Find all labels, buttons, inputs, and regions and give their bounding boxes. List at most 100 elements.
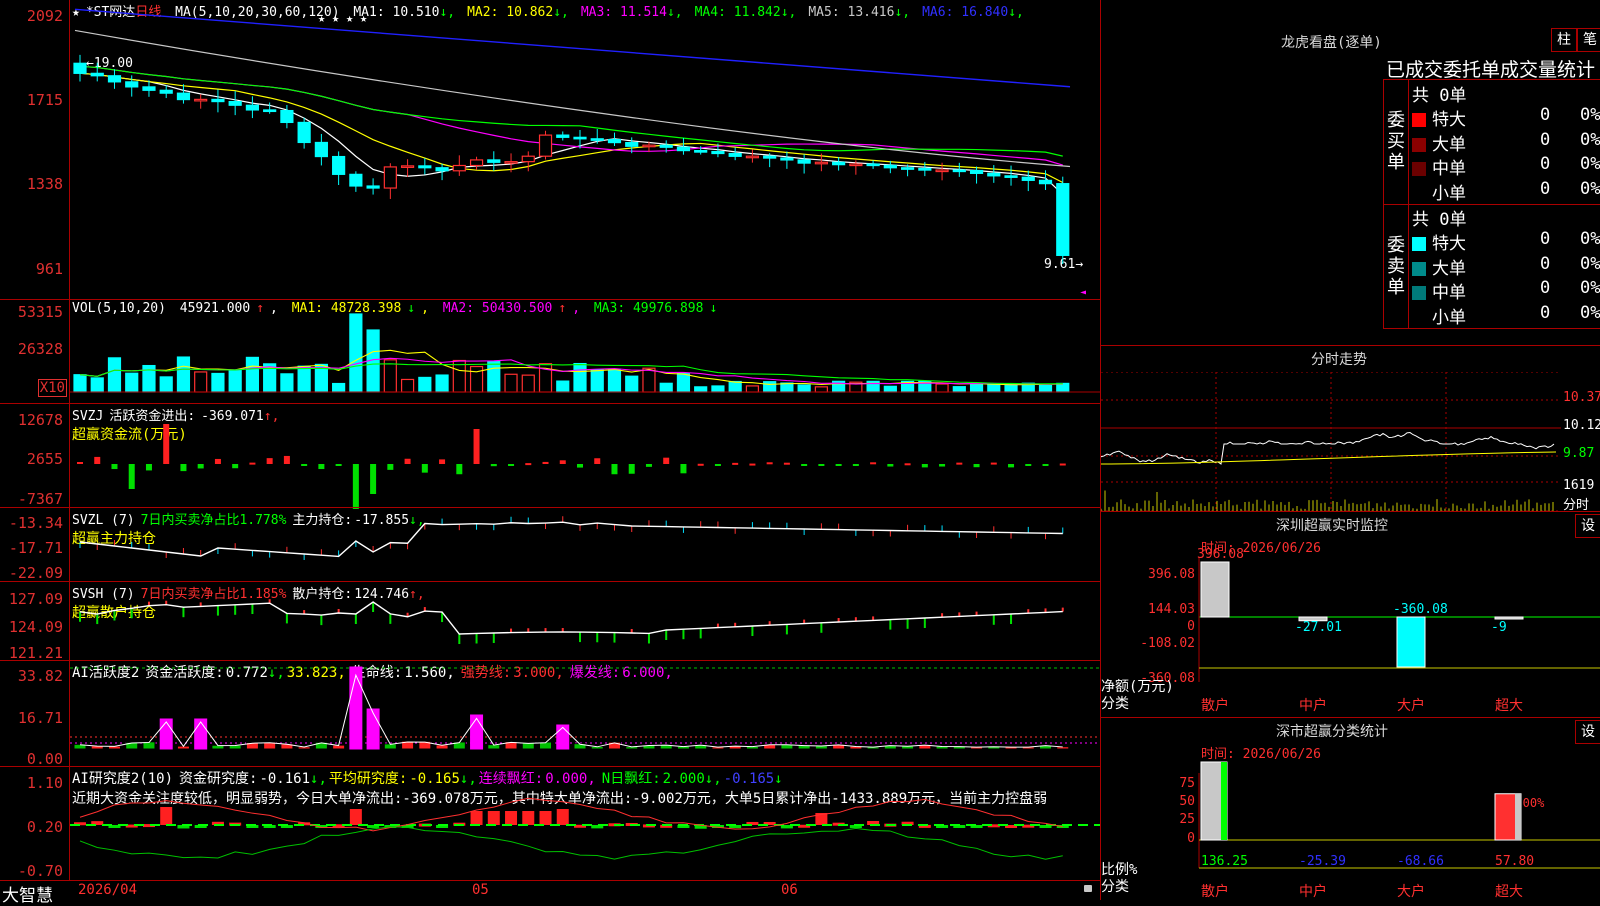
candle xyxy=(745,155,760,159)
kline-pane[interactable]: 2092 1715 1338 961 ★ *ST网达日线 MA(5,10,20,3… xyxy=(0,0,1100,300)
dragon-panel: 龙虎看盘(逐单) 柱 笔 已成交委托单成交量统计 委买单 委卖单 共 0单 共 … xyxy=(1100,0,1600,346)
candle xyxy=(918,167,932,171)
vol-bar xyxy=(73,374,87,393)
legend-swatch xyxy=(1412,311,1426,325)
candle xyxy=(780,157,794,161)
intraday-chart[interactable] xyxy=(1101,372,1561,512)
vol-ma-line xyxy=(79,363,1063,385)
bar-mode-button[interactable]: 柱 xyxy=(1551,28,1577,52)
ai-research-pane[interactable]: 1.10 0.20 -0.70 AI研究度2(10) 资金研究度: -0.161↓,… xyxy=(0,766,1100,881)
classify-panel: 深市超赢分类统计 设 时间: 2026/06/26 75 50 25 0 比例%… xyxy=(1100,717,1600,900)
tick-mode-button[interactable]: 笔 xyxy=(1577,28,1600,52)
candle xyxy=(1021,176,1035,181)
y-tick: 124.09 xyxy=(8,618,63,636)
lock-icon[interactable] xyxy=(1084,885,1092,892)
sell-total: 共 0单 xyxy=(1412,210,1467,230)
flow-bar xyxy=(266,458,273,464)
y-tick: -22.09 xyxy=(8,564,63,582)
svzl-line xyxy=(79,521,1063,558)
dragon-title: 龙虎看盘(逐单) xyxy=(1281,35,1382,51)
flow-bar xyxy=(232,464,239,469)
ai-activity-chart[interactable] xyxy=(70,661,1100,768)
flow-bar xyxy=(766,462,773,465)
flow-bar xyxy=(301,464,308,466)
flow-bar xyxy=(456,464,463,475)
candle xyxy=(245,104,260,111)
vol-bar xyxy=(280,373,294,393)
vol-bar xyxy=(228,369,242,393)
monitor-chart[interactable]: 396.08 散户 -27.01 中户 -360.08 大户 -9 超大 xyxy=(1101,512,1600,718)
flow-bar xyxy=(887,464,894,467)
classify-bar-accent xyxy=(1515,793,1521,840)
y-tick: 53315 xyxy=(17,303,63,321)
y-tick: 961 xyxy=(35,260,63,278)
flow-bar xyxy=(801,464,808,466)
research-bar xyxy=(349,809,362,825)
svsh-pane[interactable]: 127.09 124.09 121.21 SVSH (7) 7日内买卖净占比1.1… xyxy=(0,581,1100,661)
svzj-chart[interactable] xyxy=(70,404,1100,509)
category-label: 大户 xyxy=(1397,883,1425,900)
candle xyxy=(866,163,880,167)
vol-bar xyxy=(935,383,949,393)
flow-bar xyxy=(318,464,325,470)
vol-bar xyxy=(176,356,191,393)
ai-activity-pane[interactable]: 33.82 16.71 0.00 AI活跃度2 资金活跃度: 0.772↓, 33.8… xyxy=(0,660,1100,767)
vol-bar xyxy=(125,372,139,393)
flow-bar xyxy=(421,464,428,473)
activity-bar xyxy=(470,714,484,750)
flow-bar xyxy=(783,462,790,465)
kline-chart[interactable]: ★ ★ ★ ★ ◄ xyxy=(70,0,1100,300)
candle xyxy=(814,161,828,165)
ai2-y-axis: 1.10 0.20 -0.70 xyxy=(0,767,70,881)
flow-bar xyxy=(956,462,963,465)
candle xyxy=(487,159,501,163)
flow-bar xyxy=(870,462,877,465)
sell-side-label: 委卖单 xyxy=(1387,235,1405,298)
svzj-pane[interactable]: 12678 2655 -7367 SVZJ 活跃资金进出: -369.071↑, 超… xyxy=(0,403,1100,509)
candle xyxy=(521,155,535,163)
legend-swatch xyxy=(1412,113,1426,127)
legend-swatch xyxy=(1412,286,1426,300)
y-tick: 127.09 xyxy=(8,590,63,608)
flow-bar xyxy=(835,464,842,466)
candle xyxy=(625,141,639,147)
classify-chart[interactable]: 136.25 散户 -25.39 中户 -68.66 大户 57.80 超大 xyxy=(1101,718,1600,901)
flow-bar xyxy=(1042,464,1049,466)
vol-bar xyxy=(780,382,794,393)
candle xyxy=(556,134,570,138)
ai-research-chart[interactable] xyxy=(70,767,1100,882)
y-tick: 12678 xyxy=(17,411,63,429)
activity-bar xyxy=(194,718,208,750)
vol-bar xyxy=(987,383,1001,393)
flow-bar xyxy=(645,464,652,467)
bottom-bar: 大智慧 2026/04 05 06 xyxy=(0,880,1100,906)
avg-price-line xyxy=(1101,451,1557,465)
buy-row: 中单 0 0% xyxy=(1412,154,1600,179)
classify-value: 136.25 xyxy=(1201,854,1248,869)
candle xyxy=(1004,175,1018,178)
research-bar xyxy=(539,811,552,825)
y-tick: -17.71 xyxy=(8,539,63,557)
candle xyxy=(538,134,553,157)
svzl-chart[interactable] xyxy=(70,508,1100,583)
y-tick: 1.10 xyxy=(26,774,63,792)
vol-bar xyxy=(504,373,518,393)
activity-bar xyxy=(366,708,380,750)
flow-bar xyxy=(1008,464,1015,468)
svsh-chart[interactable] xyxy=(70,582,1100,662)
candle xyxy=(607,138,622,144)
vol-bar xyxy=(969,383,984,393)
research-bar xyxy=(522,811,535,825)
vol-bar xyxy=(383,359,397,393)
y-tick: 26328 xyxy=(17,340,63,358)
candle xyxy=(763,155,777,159)
vol-pane[interactable]: 53315 26328 X10 VOL(5,10,20) 45921.000 ↑,… xyxy=(0,299,1100,404)
buy-side-label: 委买单 xyxy=(1387,110,1405,173)
activity-bar xyxy=(349,666,363,750)
flow-bar xyxy=(94,456,101,464)
y-tick: -0.70 xyxy=(17,862,63,880)
svzl-pane[interactable]: -13.34 -17.71 -22.09 SVZL (7) 7日内买卖净占比1.7… xyxy=(0,507,1100,582)
candle xyxy=(849,163,863,167)
sell-row: 特大 0 0% xyxy=(1412,229,1600,254)
vol-chart[interactable] xyxy=(70,300,1100,405)
